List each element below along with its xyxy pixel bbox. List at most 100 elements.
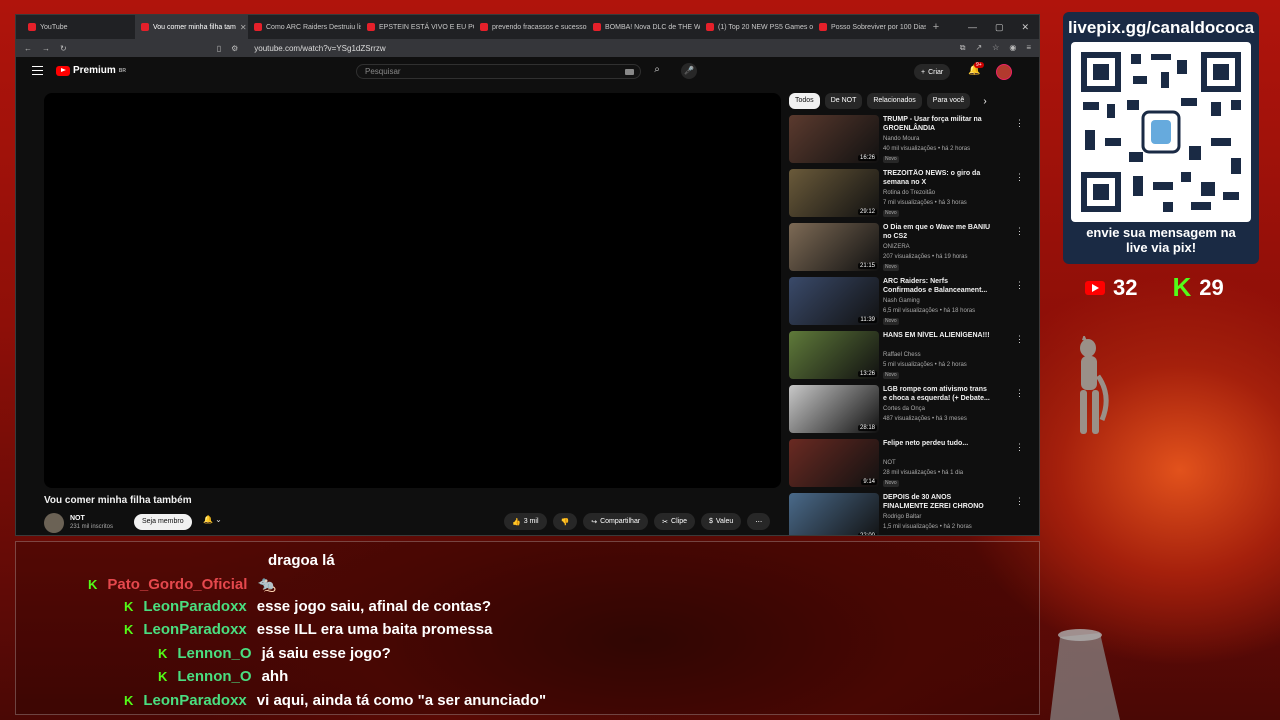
recommendation-title[interactable]: ARC Raiders: Nerfs Confirmados e Balance… (883, 277, 991, 296)
browser-tab[interactable]: prevendo fracassos e sucessos (474, 15, 587, 39)
browser-tab[interactable]: Vou comer minha filha tam ✕ (135, 15, 248, 39)
back-icon[interactable]: ← (24, 44, 32, 53)
recommendation-title[interactable]: HANS EM NÍVEL ALIENÍGENA!!! (883, 331, 991, 350)
extensions-icon[interactable]: ⧉ (960, 43, 966, 53)
keyboard-icon[interactable] (625, 69, 634, 75)
dislike-button[interactable]: 👎 (552, 513, 578, 530)
recommendation-channel[interactable]: Rodrigo Baltar (883, 512, 991, 522)
clip-button[interactable]: ✂ Clipe (654, 513, 695, 530)
more-options-icon[interactable]: ⋮ (1015, 442, 1024, 453)
tab-label: prevendo fracassos e sucessos (492, 23, 587, 31)
video-thumbnail[interactable]: 22:00 (789, 493, 879, 535)
video-thumbnail[interactable]: 28:18 (789, 385, 879, 433)
recommendation-channel[interactable]: Rotina do Trezoitão (883, 188, 991, 198)
notification-badge: 9+ (974, 62, 984, 68)
recommendation-channel[interactable]: Nando Moura (883, 134, 991, 144)
close-icon[interactable]: ✕ (1021, 22, 1029, 33)
kick-icon: K (158, 646, 168, 661)
filter-chip[interactable]: Para você (926, 93, 971, 109)
menu-dots-icon[interactable]: ≡ (1026, 43, 1031, 53)
subscriber-count: 231 mil inscritos (70, 524, 114, 530)
minimize-icon[interactable]: — (968, 22, 977, 33)
browser-tab[interactable]: Como ARC Raiders Destruiu lis (248, 15, 361, 39)
search-input[interactable]: Pesquisar (356, 64, 641, 79)
browser-tab[interactable]: (1) Top 20 NEW PS5 Games of (700, 15, 813, 39)
filter-chip[interactable]: Relacionados (867, 93, 922, 109)
recommendation-item[interactable]: 9:14 Felipe neto perdeu tudo... NOT 28 mil … (789, 439, 1034, 493)
recommendation-item[interactable]: 11:39 ARC Raiders: Nerfs Confirmados e Ba… (789, 277, 1034, 331)
channel-avatar[interactable] (44, 513, 64, 533)
recommendation-item[interactable]: 13:26 HANS EM NÍVEL ALIENÍGENA!!! Raffael … (789, 331, 1034, 385)
video-thumbnail[interactable]: 21:15 (789, 223, 879, 271)
tab-label: Vou comer minha filha tam (153, 23, 236, 31)
notifications-bell-icon[interactable]: 🔔 9+ (968, 62, 984, 76)
chat-message: K LeonParadoxx vi aqui, ainda tá como "a s… (124, 692, 546, 709)
recommendation-channel[interactable]: Raffael Chess (883, 350, 991, 360)
filter-chip[interactable]: De NOT (824, 93, 863, 109)
more-options-icon[interactable]: ⋮ (1015, 388, 1024, 399)
recommendation-title[interactable]: DEPOIS de 30 ANOS FINALMENTE ZEREI CHRON… (883, 493, 991, 512)
chevron-right-icon[interactable]: › (983, 96, 986, 107)
recommendation-item[interactable]: 29:12 TREZOITÃO NEWS: o giro da semana no… (789, 169, 1034, 223)
video-thumbnail[interactable]: 16:26 (789, 115, 879, 163)
recommendation-channel[interactable]: Cortes da Onça (883, 404, 991, 414)
recommendation-channel[interactable]: ONIZERA (883, 242, 991, 252)
more-actions-icon[interactable]: ⋯ (747, 513, 771, 530)
more-options-icon[interactable]: ⋮ (1015, 226, 1024, 237)
profile-icon[interactable]: ◉ (1009, 43, 1016, 53)
forward-icon[interactable]: → (42, 44, 50, 53)
youtube-logo[interactable]: Premium BR (56, 65, 126, 76)
site-info-icon[interactable]: ⚙ (231, 44, 238, 53)
microphone-icon[interactable]: 🎤 (681, 63, 697, 79)
recommendation-title[interactable]: LGB rompe com ativismo trans e choca a e… (883, 385, 991, 404)
more-options-icon[interactable]: ⋮ (1015, 172, 1024, 183)
channel-name[interactable]: NOT (70, 515, 85, 522)
video-thumbnail[interactable]: 9:14 (789, 439, 879, 487)
recommendation-item[interactable]: 21:15 O Dia em que o Wave me BANIU no CS2… (789, 223, 1034, 277)
account-avatar[interactable] (996, 64, 1012, 80)
maximize-icon[interactable]: ▢ (995, 22, 1004, 33)
url-field[interactable]: youtube.com/watch?v=YSg1dZSrrzw (254, 44, 385, 53)
search-icon[interactable]: ⌕ (646, 64, 668, 79)
bookmark-icon[interactable]: ▯ (217, 44, 221, 53)
browser-tab[interactable]: YouTube (22, 15, 135, 39)
more-options-icon[interactable]: ⋮ (1015, 334, 1024, 345)
new-tab-button[interactable]: + (926, 21, 946, 33)
video-thumbnail[interactable]: 29:12 (789, 169, 879, 217)
recommendation-title[interactable]: O Dia em que o Wave me BANIU no CS2 (883, 223, 991, 242)
video-player[interactable] (44, 93, 781, 488)
video-thumbnail[interactable]: 11:39 (789, 277, 879, 325)
recommendation-meta: 487 visualizações • há 3 meses (883, 416, 967, 422)
recommendation-channel[interactable]: NOT (883, 458, 991, 468)
recommendation-title[interactable]: TRUMP - Usar força militar na GROENLÂNDI… (883, 115, 991, 134)
recommendation-title[interactable]: Felipe neto perdeu tudo... (883, 439, 991, 458)
subscription-bell-icon[interactable]: 🔔 ⌄ (203, 515, 222, 524)
recommendation-channel[interactable]: Nash Gaming (883, 296, 991, 306)
join-button[interactable]: Seja membro (134, 514, 192, 530)
thanks-button[interactable]: $ Valeu (701, 513, 742, 530)
livepix-url: livepix.gg/canaldococa (1067, 18, 1255, 37)
star-icon[interactable]: ☆ (992, 43, 999, 53)
more-options-icon[interactable]: ⋮ (1015, 280, 1024, 291)
browser-tab[interactable]: Posso Sobreviver por 100 Dias (813, 15, 926, 39)
chat-message: K Pato_Gordo_Oficial 🐀 (88, 575, 276, 594)
video-thumbnail[interactable]: 13:26 (789, 331, 879, 379)
browser-tab[interactable]: BOMBA! Nova DLC de THE WI (587, 15, 700, 39)
kick-icon: K (158, 669, 168, 684)
recommendation-item[interactable]: 22:00 DEPOIS de 30 ANOS FINALMENTE ZEREI … (789, 493, 1034, 535)
more-options-icon[interactable]: ⋮ (1015, 496, 1024, 507)
more-options-icon[interactable]: ⋮ (1015, 118, 1024, 129)
share-button[interactable]: ↪ Compartilhar (583, 513, 649, 530)
recommendation-item[interactable]: 16:26 TRUMP - Usar força militar na GROEN… (789, 115, 1034, 169)
recommendation-title[interactable]: TREZOITÃO NEWS: o giro da semana no X (883, 169, 991, 188)
close-tab-icon[interactable]: ✕ (240, 23, 247, 32)
address-bar: ← → ↻ ▯ ⚙ youtube.com/watch?v=YSg1dZSrrz… (16, 39, 1039, 57)
share-page-icon[interactable]: ↗ (975, 43, 982, 53)
hamburger-menu-icon[interactable] (32, 66, 43, 75)
filter-chip[interactable]: Todos (789, 93, 820, 109)
recommendation-item[interactable]: 28:18 LGB rompe com ativismo trans e choc… (789, 385, 1034, 439)
browser-tab[interactable]: EPSTEIN ESTÁ VIVO E EU POSS (361, 15, 474, 39)
like-button[interactable]: 👍 3 mil (504, 513, 547, 530)
reload-icon[interactable]: ↻ (60, 44, 67, 53)
create-button[interactable]: + Criar (914, 64, 951, 80)
